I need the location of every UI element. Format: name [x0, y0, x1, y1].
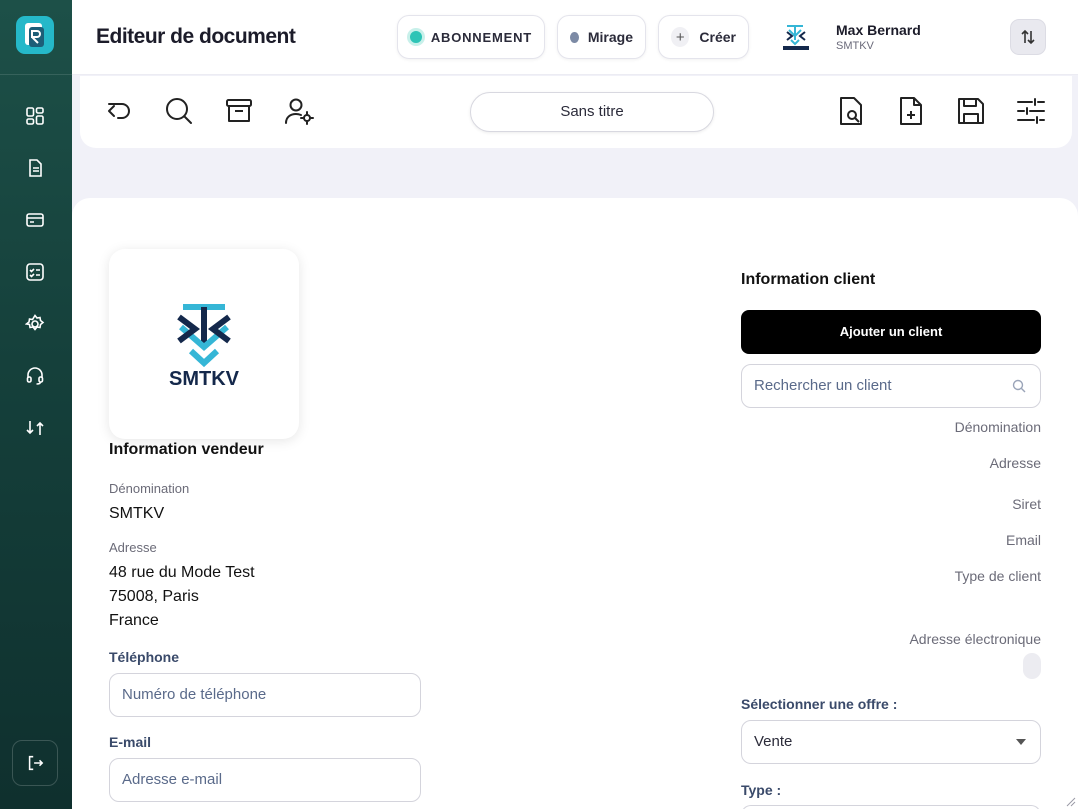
vendor-address-label: Adresse — [109, 540, 157, 555]
document-name-field[interactable]: Sans titre — [470, 92, 714, 132]
vendor-denomination-label: Dénomination — [109, 481, 190, 496]
email-input[interactable]: Adresse e-mail — [109, 758, 421, 802]
sort-toggle-button[interactable] — [1010, 19, 1046, 55]
logout-icon — [28, 755, 44, 771]
page-title: Editeur de document — [96, 25, 296, 48]
abonnement-button[interactable]: ABONNEMENT — [397, 15, 545, 59]
mirage-dot-icon — [570, 31, 579, 43]
mirage-label: Mirage — [587, 29, 633, 45]
company-logo-icon — [783, 25, 809, 50]
offer-selected-value: Vente — [754, 733, 793, 750]
sidebar-divider — [0, 74, 72, 75]
create-label: Créer — [699, 29, 736, 45]
archive-icon[interactable] — [222, 94, 256, 128]
client-electronic-address-label: Adresse électronique — [909, 631, 1041, 647]
offer-label: Sélectionner une offre : — [741, 696, 898, 712]
smtkv-logo-icon: SMTKV — [169, 304, 240, 389]
search-icon — [1012, 379, 1026, 393]
client-siret-label: Siret — [1012, 496, 1041, 512]
checklist-icon[interactable] — [22, 259, 48, 285]
settings-icon[interactable] — [22, 311, 48, 337]
client-section-title: Information client — [741, 271, 876, 288]
vendor-section-title: Information vendeur — [109, 441, 264, 458]
status-dot-icon — [410, 31, 422, 43]
client-search-placeholder: Rechercher un client — [754, 377, 892, 394]
create-button[interactable]: + Créer — [658, 15, 749, 59]
telephone-input[interactable]: Numéro de téléphone — [109, 673, 421, 717]
card-icon[interactable] — [22, 207, 48, 233]
undo-icon[interactable] — [102, 94, 136, 128]
client-type-label: Type de client — [954, 568, 1041, 584]
new-document-icon[interactable] — [894, 94, 928, 128]
document-card: SMTKV Information vendeur Dénomination S… — [72, 198, 1078, 809]
resize-handle-icon[interactable] — [1064, 795, 1076, 807]
preview-document-icon[interactable] — [834, 94, 868, 128]
user-company: SMTKV — [836, 40, 874, 52]
vendor-address-line1: 48 rue du Mode Test — [109, 564, 255, 581]
document-icon[interactable] — [22, 155, 48, 181]
vendor-logo[interactable]: SMTKV — [109, 249, 299, 439]
editor-toolbar: Sans titre — [80, 76, 1072, 148]
sort-icon — [1021, 29, 1035, 45]
vendor-address-line2: 75008, Paris — [109, 588, 199, 605]
app-logo-icon[interactable] — [16, 16, 54, 54]
search-icon[interactable] — [162, 94, 196, 128]
logout-button[interactable] — [12, 740, 58, 786]
transfer-icon[interactable] — [22, 415, 48, 441]
email-label: E-mail — [109, 734, 152, 750]
svg-text:SMTKV: SMTKV — [169, 368, 240, 389]
offer-select[interactable]: Vente — [741, 720, 1041, 764]
headset-icon[interactable] — [22, 363, 48, 389]
client-email-label: Email — [1005, 532, 1041, 548]
add-client-button[interactable]: Ajouter un client — [741, 310, 1041, 354]
vendor-denomination-value: SMTKV — [109, 505, 165, 522]
electronic-address-toggle[interactable] — [1023, 653, 1041, 679]
filters-icon[interactable] — [1014, 94, 1048, 128]
type-select[interactable] — [741, 805, 1041, 809]
sidebar — [0, 0, 72, 809]
save-icon[interactable] — [954, 94, 988, 128]
mirage-button[interactable]: Mirage — [557, 15, 646, 59]
user-settings-icon[interactable] — [282, 94, 316, 128]
client-denomination-label: Dénomination — [954, 419, 1041, 435]
client-address-label: Adresse — [989, 455, 1041, 471]
plus-icon: + — [671, 27, 690, 47]
user-name: Max Bernard — [836, 22, 921, 38]
top-bar: Editeur de document ABONNEMENT Mirage + … — [72, 0, 1078, 75]
chevron-down-icon — [1016, 739, 1026, 745]
client-search-input[interactable]: Rechercher un client — [741, 364, 1041, 408]
vendor-address-line3: France — [109, 612, 159, 629]
dashboard-icon[interactable] — [22, 103, 48, 129]
type-field-label: Type : — [741, 782, 782, 798]
abonnement-label: ABONNEMENT — [430, 29, 532, 45]
telephone-label: Téléphone — [109, 649, 180, 665]
